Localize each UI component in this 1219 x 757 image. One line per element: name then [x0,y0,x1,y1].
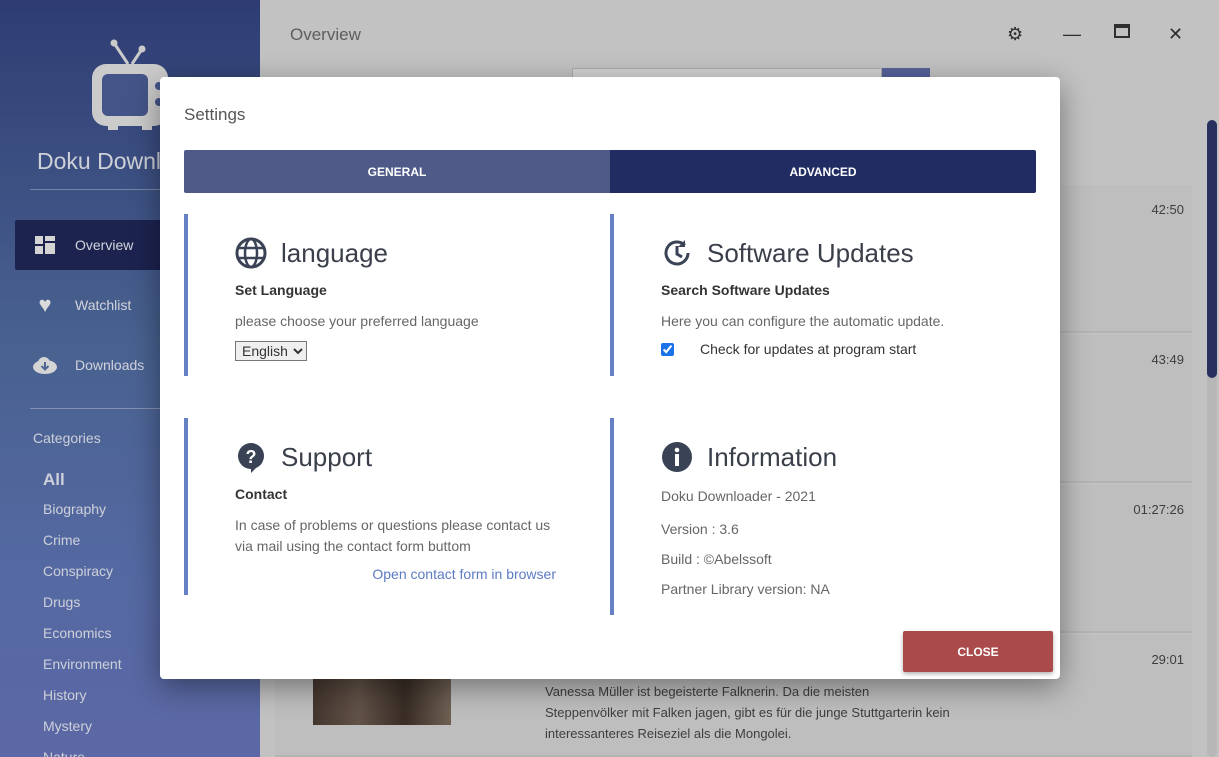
settings-dialog: Settings GENERAL ADVANCED language Set L… [160,77,1060,679]
section-subtitle: Search Software Updates [661,282,830,298]
section-text: In case of problems or questions please … [235,517,551,554]
section-heading: Information [707,441,838,472]
dialog-title: Settings [184,105,246,124]
checkbox-label: Check for updates at program start [700,341,917,357]
updates-section: Software Updates Search Software Updates… [610,214,1036,376]
settings-tabs: GENERAL ADVANCED [184,150,1036,193]
info-line: Version : 3.6 [661,521,739,537]
section-subtitle: Contact [235,486,288,502]
section-heading: language [281,237,388,268]
update-checkbox[interactable] [661,342,674,356]
info-line: Partner Library version: NA [661,581,830,597]
section-heading: Support [281,441,373,472]
information-section: Information Doku Downloader - 2021 Versi… [610,418,1036,615]
info-line: Doku Downloader - 2021 [661,488,816,504]
update-clock-icon [664,240,690,266]
language-select[interactable]: English [235,341,307,361]
section-heading: Software Updates [707,237,914,268]
globe-icon [235,237,267,269]
tab-advanced[interactable]: ADVANCED [610,150,1036,193]
tab-general[interactable]: GENERAL [184,150,610,193]
info-line: Build : ©Abelssoft [661,551,772,567]
section-text: please choose your preferred language [235,313,479,329]
update-checkbox-row[interactable]: Check for updates at program start [661,341,1036,357]
section-subtitle: Set Language [235,282,327,298]
close-button[interactable]: CLOSE [903,631,1053,672]
info-icon [662,442,692,472]
contact-form-link[interactable]: Open contact form in browser [235,566,556,582]
svg-text:?: ? [246,447,257,467]
language-section: language Set Language please choose your… [184,214,584,376]
section-text: Here you can configure the automatic upd… [661,313,945,329]
help-icon: ? [238,443,264,473]
support-section: ? Support Contact In case of problems or … [184,418,584,595]
